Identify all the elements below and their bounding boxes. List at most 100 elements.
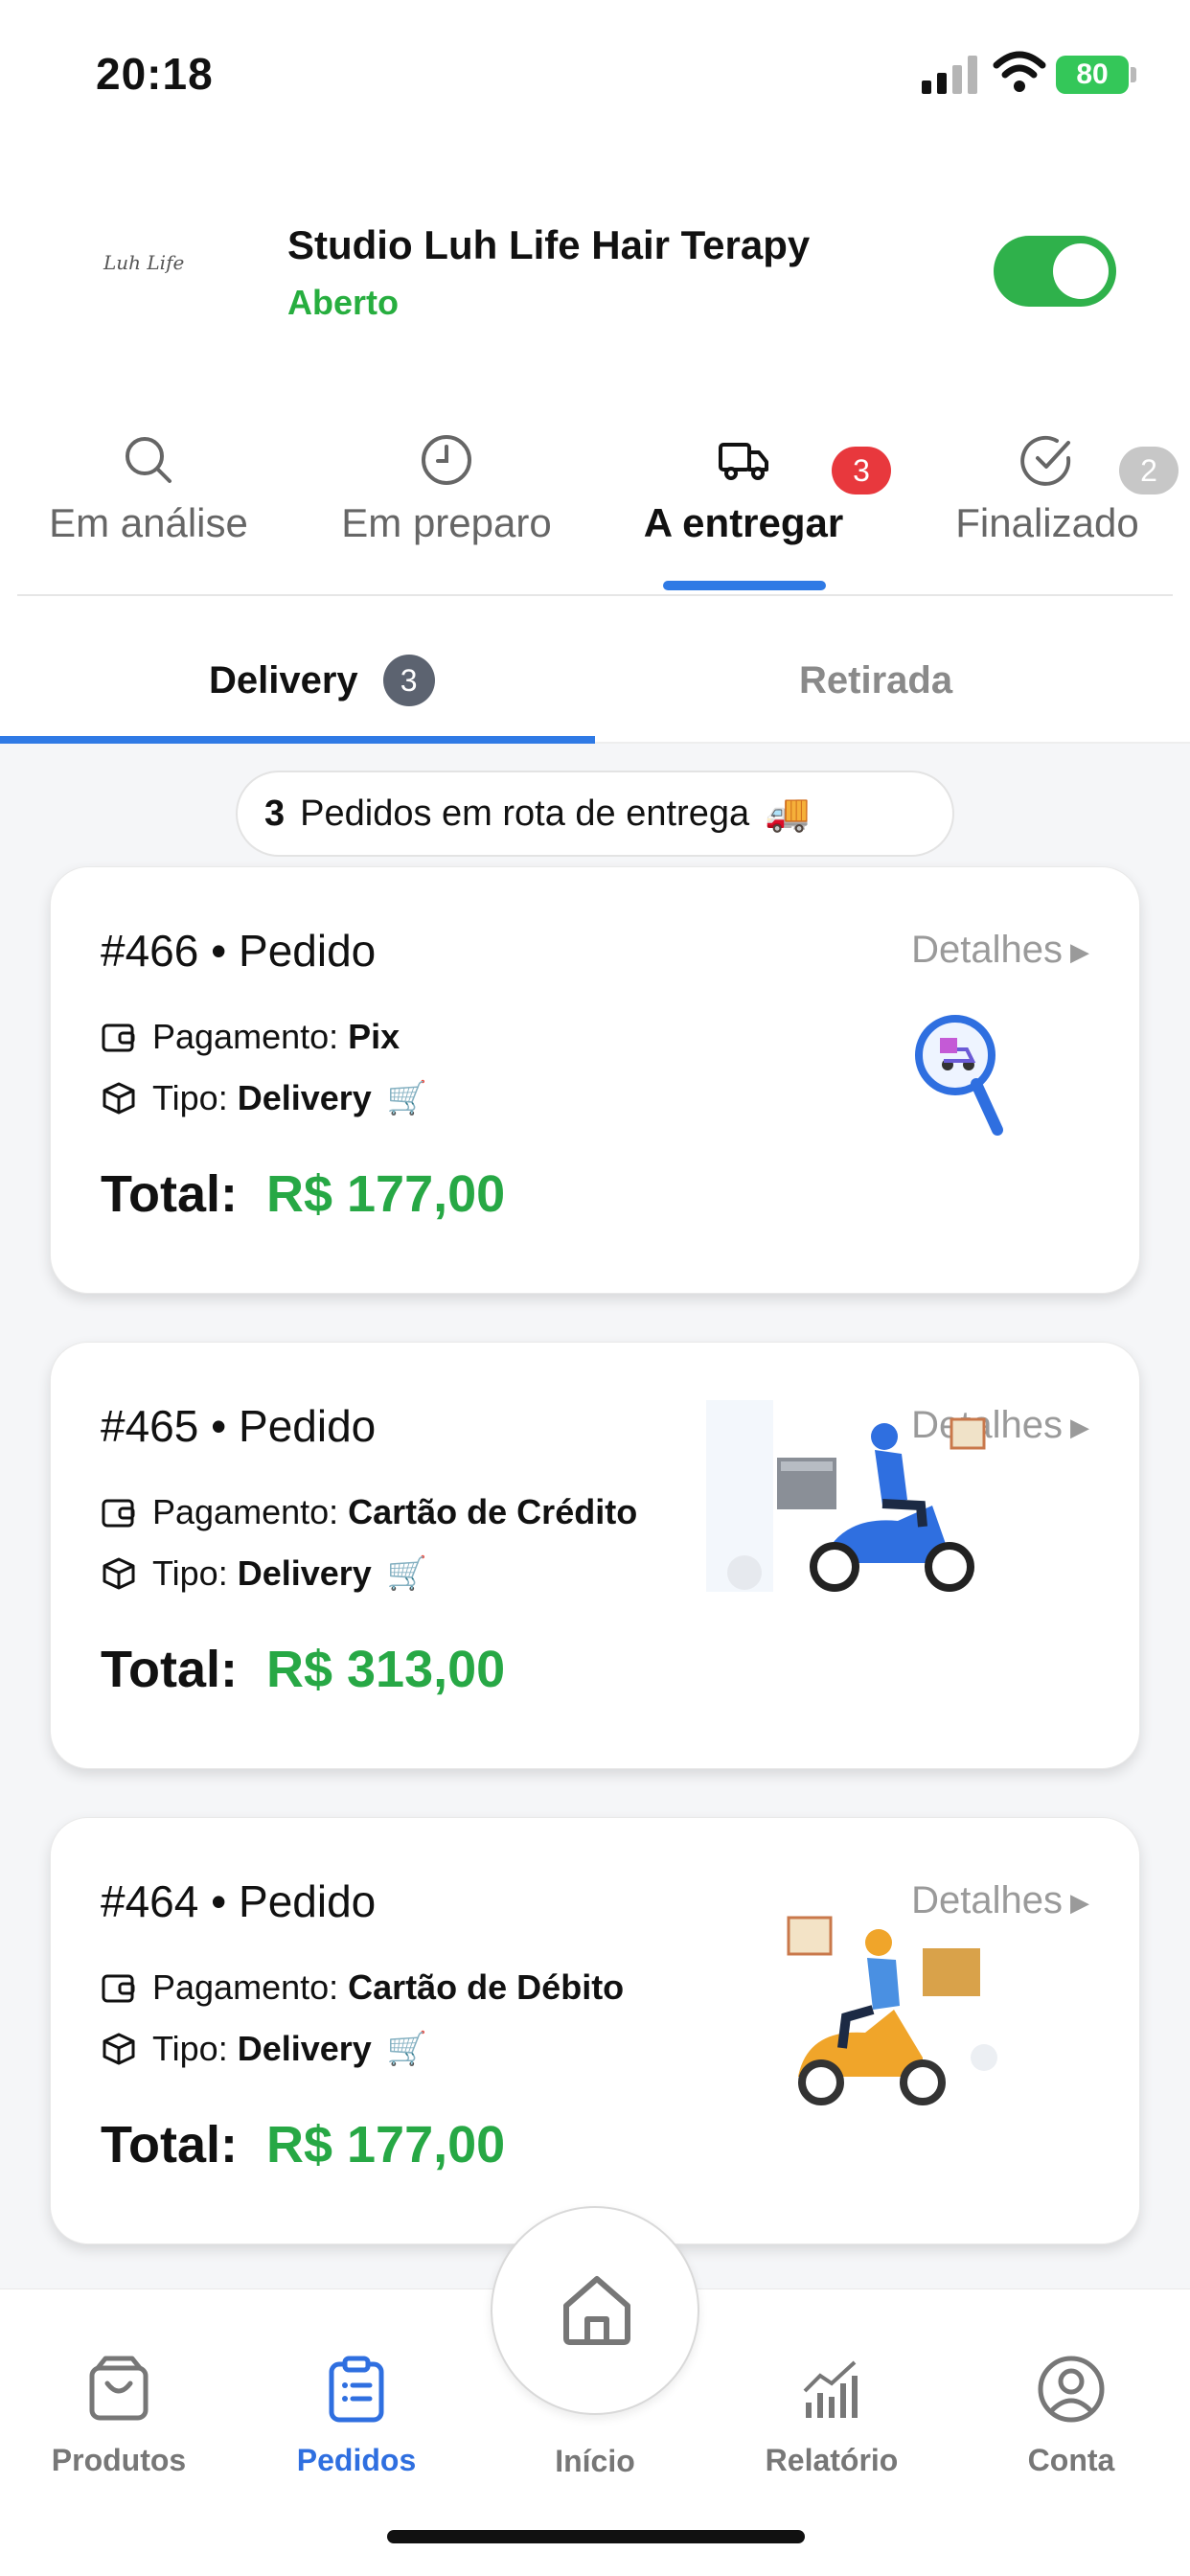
payment-row: Pagamento: Cartão de Crédito: [101, 1492, 637, 1532]
total-amount: R$ 177,00: [265, 2116, 506, 2174]
clock-icon: [422, 435, 471, 485]
play-arrow-icon: ▶: [1070, 1412, 1089, 1441]
wallet-icon: [102, 1499, 135, 1528]
total-row: Total: R$ 177,00: [101, 2115, 505, 2174]
order-label: Pedido: [239, 1401, 377, 1451]
nav-inicio-button[interactable]: [491, 2206, 699, 2415]
clipboard-list-icon: [329, 2356, 384, 2423]
subtab-delivery-count: 3: [382, 655, 435, 706]
tab-em-preparo[interactable]: Em preparo: [322, 431, 571, 594]
nav-label: Relatório: [765, 2443, 899, 2477]
toggle-knob: [1053, 243, 1109, 299]
store-open-toggle[interactable]: [994, 236, 1116, 307]
nav-label: Produtos: [51, 2443, 187, 2477]
tab-label: A entregar: [643, 500, 844, 545]
order-title: #465 • Pedido: [101, 1401, 377, 1451]
nav-inicio-label: Início: [555, 2444, 635, 2478]
type-value: Delivery: [237, 2029, 372, 2068]
wifi-icon: [993, 51, 1046, 92]
nav-label: Pedidos: [296, 2443, 417, 2477]
total-row: Total: R$ 177,00: [101, 1164, 505, 1224]
payment-label: Pagamento:: [152, 1967, 339, 2007]
payment-row: Pagamento: Cartão de Débito: [101, 1967, 624, 2008]
wallet-icon: [102, 1974, 135, 2003]
payment-value: Pix: [348, 1017, 400, 1056]
tab-em-analise[interactable]: Em análise: [29, 431, 268, 594]
user-circle-icon: [1038, 2356, 1105, 2423]
search-icon: [126, 437, 172, 483]
store-logo-text: Luh Life: [103, 251, 185, 274]
payment-value: Cartão de Crédito: [348, 1492, 638, 1531]
payment-row: Pagamento: Pix: [101, 1017, 400, 1057]
order-card[interactable]: #466 • Pedido Detalhes ▶ Pagamento: Pix T…: [50, 866, 1140, 1294]
battery-indicator: 80: [1056, 56, 1129, 94]
total-label: Total:: [101, 2116, 238, 2174]
store-logo: Luh Life: [103, 251, 195, 289]
route-count: 3: [264, 793, 286, 834]
nav-pedidos[interactable]: Pedidos: [270, 2355, 443, 2478]
battery-level: 80: [1076, 58, 1109, 90]
total-amount: R$ 313,00: [265, 1641, 506, 1698]
wallet-icon: [102, 1024, 135, 1052]
total-label: Total:: [101, 1165, 238, 1223]
store-name: Studio Luh Life Hair Terapy: [287, 222, 811, 267]
total-label: Total:: [101, 1641, 238, 1698]
tabs-divider: [17, 594, 1173, 596]
truck-icon: [719, 443, 768, 480]
subtab-retirada[interactable]: Retirada: [799, 632, 952, 728]
type-value: Delivery: [237, 1078, 372, 1117]
type-row: Tipo: Delivery 🛒: [101, 1553, 427, 1594]
payment-label: Pagamento:: [152, 1492, 339, 1531]
tab-label: Em preparo: [341, 500, 552, 545]
nav-produtos[interactable]: Produtos: [33, 2355, 205, 2478]
order-label: Pedido: [239, 1876, 377, 1926]
order-label: Pedido: [239, 926, 377, 976]
route-banner: 3 Pedidos em rota de entrega 🚚: [236, 770, 954, 857]
order-number: #466: [101, 926, 199, 976]
order-number: #464: [101, 1876, 199, 1926]
tab-label: Finalizado: [955, 500, 1139, 545]
signal-icon: [922, 56, 977, 94]
tab-label: Em análise: [49, 500, 248, 545]
play-arrow-icon: ▶: [1070, 936, 1089, 966]
tab-a-entregar[interactable]: A entregar: [619, 431, 868, 594]
cart-icon: 🛒: [386, 2031, 428, 2067]
active-tab-indicator: [663, 581, 826, 590]
search-delivery-illustration: [915, 1015, 1003, 1136]
nav-conta[interactable]: Conta: [985, 2355, 1157, 2478]
route-text: Pedidos em rota de entrega: [300, 793, 750, 834]
type-label: Tipo:: [152, 1078, 228, 1117]
tab-finalizado-badge: 2: [1119, 447, 1179, 494]
box-icon: [103, 1557, 135, 1590]
scooter-courier-illustration: [706, 1400, 986, 1592]
total-amount: R$ 177,00: [265, 1165, 506, 1223]
status-bar: 20:18 80: [0, 0, 1190, 144]
payment-label: Pagamento:: [152, 1017, 339, 1056]
order-number: #465: [101, 1401, 199, 1451]
type-row: Tipo: Delivery 🛒: [101, 2029, 427, 2069]
payment-value: Cartão de Débito: [348, 1967, 625, 2007]
total-row: Total: R$ 313,00: [101, 1640, 505, 1699]
subtab-delivery-label: Delivery: [209, 658, 358, 702]
active-subtab-indicator: [0, 736, 595, 744]
box-icon: [103, 2033, 135, 2065]
tab-a-entregar-badge: 3: [832, 447, 891, 494]
type-value: Delivery: [237, 1553, 372, 1593]
order-details-link[interactable]: Detalhes ▶: [911, 929, 1089, 972]
subtab-retirada-label: Retirada: [799, 658, 953, 702]
nav-relatorio[interactable]: Relatório: [745, 2355, 918, 2478]
subtab-delivery[interactable]: Delivery 3: [209, 632, 435, 728]
type-label: Tipo:: [152, 2029, 228, 2068]
details-label: Detalhes: [911, 929, 1063, 971]
order-card[interactable]: #465 • Pedido Detalhes ▶ Pagamento: Cartã…: [50, 1342, 1140, 1769]
nav-label: Conta: [1027, 2443, 1115, 2477]
play-arrow-icon: ▶: [1070, 1887, 1089, 1917]
bar-chart-icon: [803, 2360, 858, 2418]
order-title: #466 • Pedido: [101, 926, 377, 976]
cart-icon: 🛒: [386, 1080, 428, 1116]
home-icon: [563, 2276, 630, 2345]
type-label: Tipo:: [152, 1553, 228, 1593]
order-card[interactable]: #464 • Pedido Detalhes ▶ Pagamento: Cartã…: [50, 1817, 1140, 2244]
type-row: Tipo: Delivery 🛒: [101, 1078, 427, 1118]
shopping-bag-icon: [89, 2356, 149, 2421]
